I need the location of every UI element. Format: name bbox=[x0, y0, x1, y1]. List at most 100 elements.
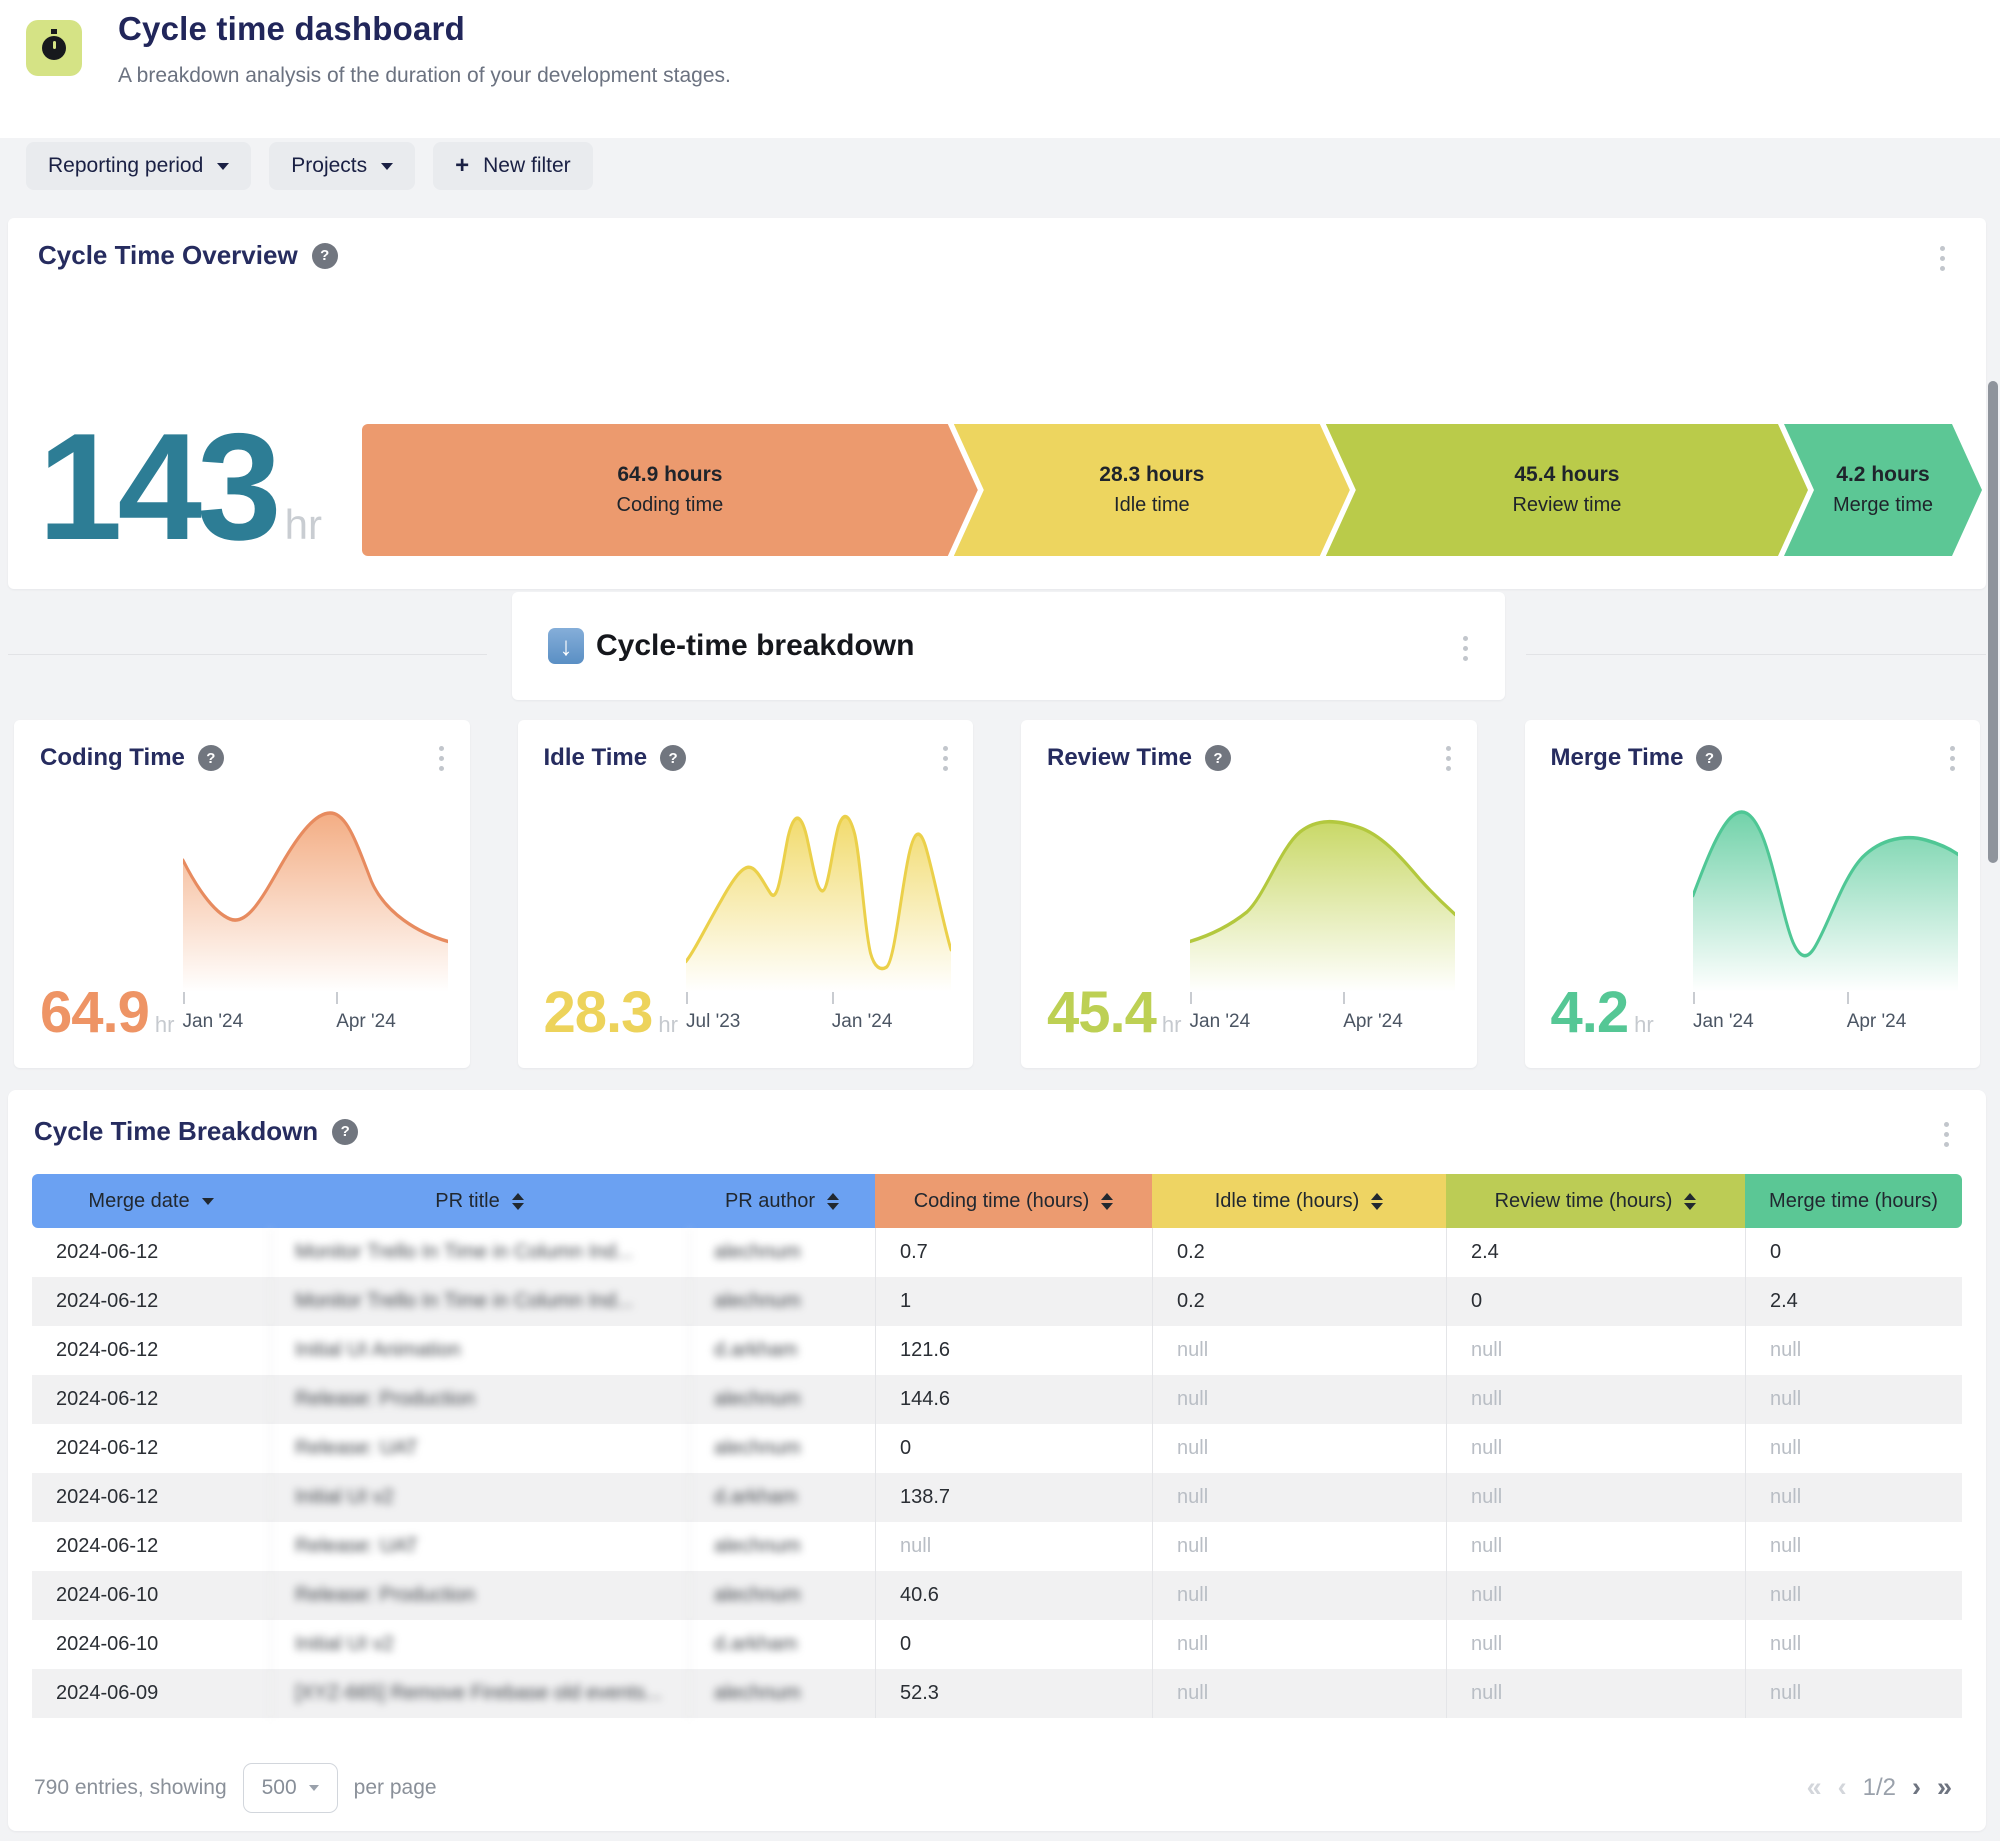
metric-card-idle-time: Idle Time ? Jul '23 bbox=[518, 720, 974, 1068]
funnel-segment-coding[interactable]: 64.9 hours Coding time bbox=[362, 424, 978, 556]
chevron-down-icon bbox=[381, 163, 393, 170]
table-row: 2024-06-12Release: UATalechnum0nullnulln… bbox=[32, 1424, 1962, 1473]
banner-title-row: ↓ Cycle-time breakdown bbox=[548, 592, 914, 700]
kebab-menu-icon[interactable] bbox=[935, 746, 955, 771]
cell-merge-date: 2024-06-12 bbox=[32, 1228, 270, 1277]
sort-icon[interactable] bbox=[1371, 1193, 1383, 1210]
kebab-menu-icon[interactable] bbox=[1936, 1122, 1956, 1147]
kebab-menu-icon[interactable] bbox=[1932, 246, 1952, 271]
cell-review-time: 2.4 bbox=[1446, 1228, 1745, 1277]
help-icon[interactable]: ? bbox=[660, 745, 686, 771]
table-row: 2024-06-10Initial UI v2d.arkham0nullnull… bbox=[32, 1620, 1962, 1669]
cell-merge-time: null bbox=[1745, 1473, 1962, 1522]
segment-hours: 45.4 hours bbox=[1514, 463, 1619, 487]
table-row: 2024-06-12Initial UI v2d.arkham138.7null… bbox=[32, 1473, 1962, 1522]
cycle-time-overview-card: Cycle Time Overview ? 143 hr 64.9 hours … bbox=[8, 218, 1986, 589]
cell-pr-author: alechnum bbox=[689, 1669, 875, 1718]
cell-pr-author: alechnum bbox=[689, 1228, 875, 1277]
last-page-button[interactable]: » bbox=[1937, 1772, 1952, 1803]
funnel-segment-merge[interactable]: 4.2 hours Merge time bbox=[1784, 424, 1982, 556]
metric-value-unit: hr bbox=[1162, 1012, 1182, 1038]
metric-value: 64.9 hr bbox=[40, 979, 174, 1046]
cell-merge-date: 2024-06-12 bbox=[32, 1326, 270, 1375]
cell-idle-time: null bbox=[1152, 1571, 1446, 1620]
sparkline-chart bbox=[1693, 792, 1958, 992]
x-axis: Jan '24 Apr '24 bbox=[183, 992, 448, 1048]
tick-label: Jan '24 bbox=[1693, 1011, 1754, 1033]
kebab-menu-icon[interactable] bbox=[432, 746, 452, 771]
table-header-row: Merge datePR titlePR author Coding time (… bbox=[32, 1174, 1962, 1228]
help-icon[interactable]: ? bbox=[198, 745, 224, 771]
sparkline-chart bbox=[183, 792, 448, 992]
cell-coding-time: null bbox=[875, 1522, 1152, 1571]
help-icon[interactable]: ? bbox=[312, 243, 338, 269]
help-icon[interactable]: ? bbox=[1696, 745, 1722, 771]
table-row: 2024-06-12Initial UI Animationd.arkham12… bbox=[32, 1326, 1962, 1375]
cell-review-time: null bbox=[1446, 1522, 1745, 1571]
cell-merge-date: 2024-06-10 bbox=[32, 1571, 270, 1620]
down-arrow-icon: ↓ bbox=[548, 628, 584, 664]
metric-card-coding-time: Coding Time ? Jan '24 bbox=[14, 720, 470, 1068]
column-header-review-time-hours-[interactable]: Review time (hours) bbox=[1446, 1174, 1745, 1228]
cell-coding-time: 0 bbox=[875, 1620, 1152, 1669]
segment-label: Idle time bbox=[1114, 494, 1190, 517]
column-header-label: Coding time (hours) bbox=[914, 1190, 1090, 1213]
cell-idle-time: null bbox=[1152, 1375, 1446, 1424]
filter-bar: Reporting period Projects + New filter bbox=[26, 142, 593, 190]
metric-card-header: Coding Time ? bbox=[40, 744, 224, 772]
column-header-merge-time-hours-[interactable]: Merge time (hours) bbox=[1745, 1174, 1962, 1228]
per-page-text: per page bbox=[354, 1776, 437, 1800]
column-header-pr-title[interactable]: PR title bbox=[270, 1174, 689, 1228]
page-size-select[interactable]: 500 bbox=[243, 1763, 338, 1813]
x-axis-tick: Apr '24 bbox=[1847, 992, 1907, 1033]
help-icon[interactable]: ? bbox=[332, 1119, 358, 1145]
cell-idle-time: null bbox=[1152, 1326, 1446, 1375]
column-header-pr-author[interactable]: PR author bbox=[689, 1174, 875, 1228]
chevron-down-icon bbox=[309, 1785, 319, 1791]
overview-title: Cycle Time Overview ? bbox=[38, 240, 338, 271]
breakdown-table: Merge datePR titlePR author Coding time (… bbox=[32, 1174, 1962, 1718]
sort-icon[interactable] bbox=[1684, 1193, 1696, 1210]
cell-pr-author: alechnum bbox=[689, 1522, 875, 1571]
column-header-label: Merge time (hours) bbox=[1769, 1190, 1938, 1213]
sort-desc-icon[interactable] bbox=[202, 1198, 214, 1205]
table-row: 2024-06-10Release: Productionalechnum40.… bbox=[32, 1571, 1962, 1620]
tick-mark bbox=[1190, 992, 1192, 1004]
x-axis-tick: Jul '23 bbox=[686, 992, 740, 1033]
funnel-segment-idle[interactable]: 28.3 hours Idle time bbox=[954, 424, 1350, 556]
x-axis-tick: Jan '24 bbox=[832, 992, 893, 1033]
sort-icon[interactable] bbox=[1101, 1193, 1113, 1210]
cycle-time-dashboard-page: Cycle time dashboard A breakdown analysi… bbox=[0, 0, 2000, 1841]
column-header-merge-date[interactable]: Merge date bbox=[32, 1174, 270, 1228]
tick-mark bbox=[1847, 992, 1849, 1004]
prev-page-button[interactable]: ‹ bbox=[1838, 1772, 1847, 1803]
column-header-idle-time-hours-[interactable]: Idle time (hours) bbox=[1152, 1174, 1446, 1228]
tick-label: Jan '24 bbox=[1190, 1011, 1251, 1033]
tick-mark bbox=[832, 992, 834, 1004]
metric-value: 28.3 hr bbox=[544, 979, 678, 1046]
column-header-coding-time-hours-[interactable]: Coding time (hours) bbox=[875, 1174, 1152, 1228]
funnel-segment-review[interactable]: 45.4 hours Review time bbox=[1326, 424, 1808, 556]
cell-pr-author: d.arkham bbox=[689, 1620, 875, 1669]
dashboard-icon bbox=[26, 20, 82, 76]
reporting-period-dropdown[interactable]: Reporting period bbox=[26, 142, 251, 190]
stopwatch-icon bbox=[42, 36, 66, 60]
kebab-menu-icon[interactable] bbox=[1455, 636, 1475, 661]
x-axis: Jan '24 Apr '24 bbox=[1693, 992, 1958, 1048]
kebab-menu-icon[interactable] bbox=[1942, 746, 1962, 771]
next-page-button[interactable]: › bbox=[1912, 1772, 1921, 1803]
cell-merge-date: 2024-06-12 bbox=[32, 1424, 270, 1473]
kebab-menu-icon[interactable] bbox=[1439, 746, 1459, 771]
metric-card-title: Coding Time bbox=[40, 744, 185, 772]
metric-value-number: 64.9 bbox=[40, 979, 149, 1046]
metric-value: 4.2 hr bbox=[1551, 979, 1654, 1046]
page-title: Cycle time dashboard bbox=[118, 10, 465, 48]
sort-icon[interactable] bbox=[512, 1193, 524, 1210]
projects-dropdown[interactable]: Projects bbox=[269, 142, 415, 190]
vertical-scrollbar[interactable] bbox=[1988, 381, 1998, 863]
new-filter-button[interactable]: + New filter bbox=[433, 142, 593, 190]
sort-icon[interactable] bbox=[827, 1193, 839, 1210]
help-icon[interactable]: ? bbox=[1205, 745, 1231, 771]
first-page-button[interactable]: « bbox=[1807, 1772, 1822, 1803]
metric-value-number: 4.2 bbox=[1551, 979, 1629, 1046]
